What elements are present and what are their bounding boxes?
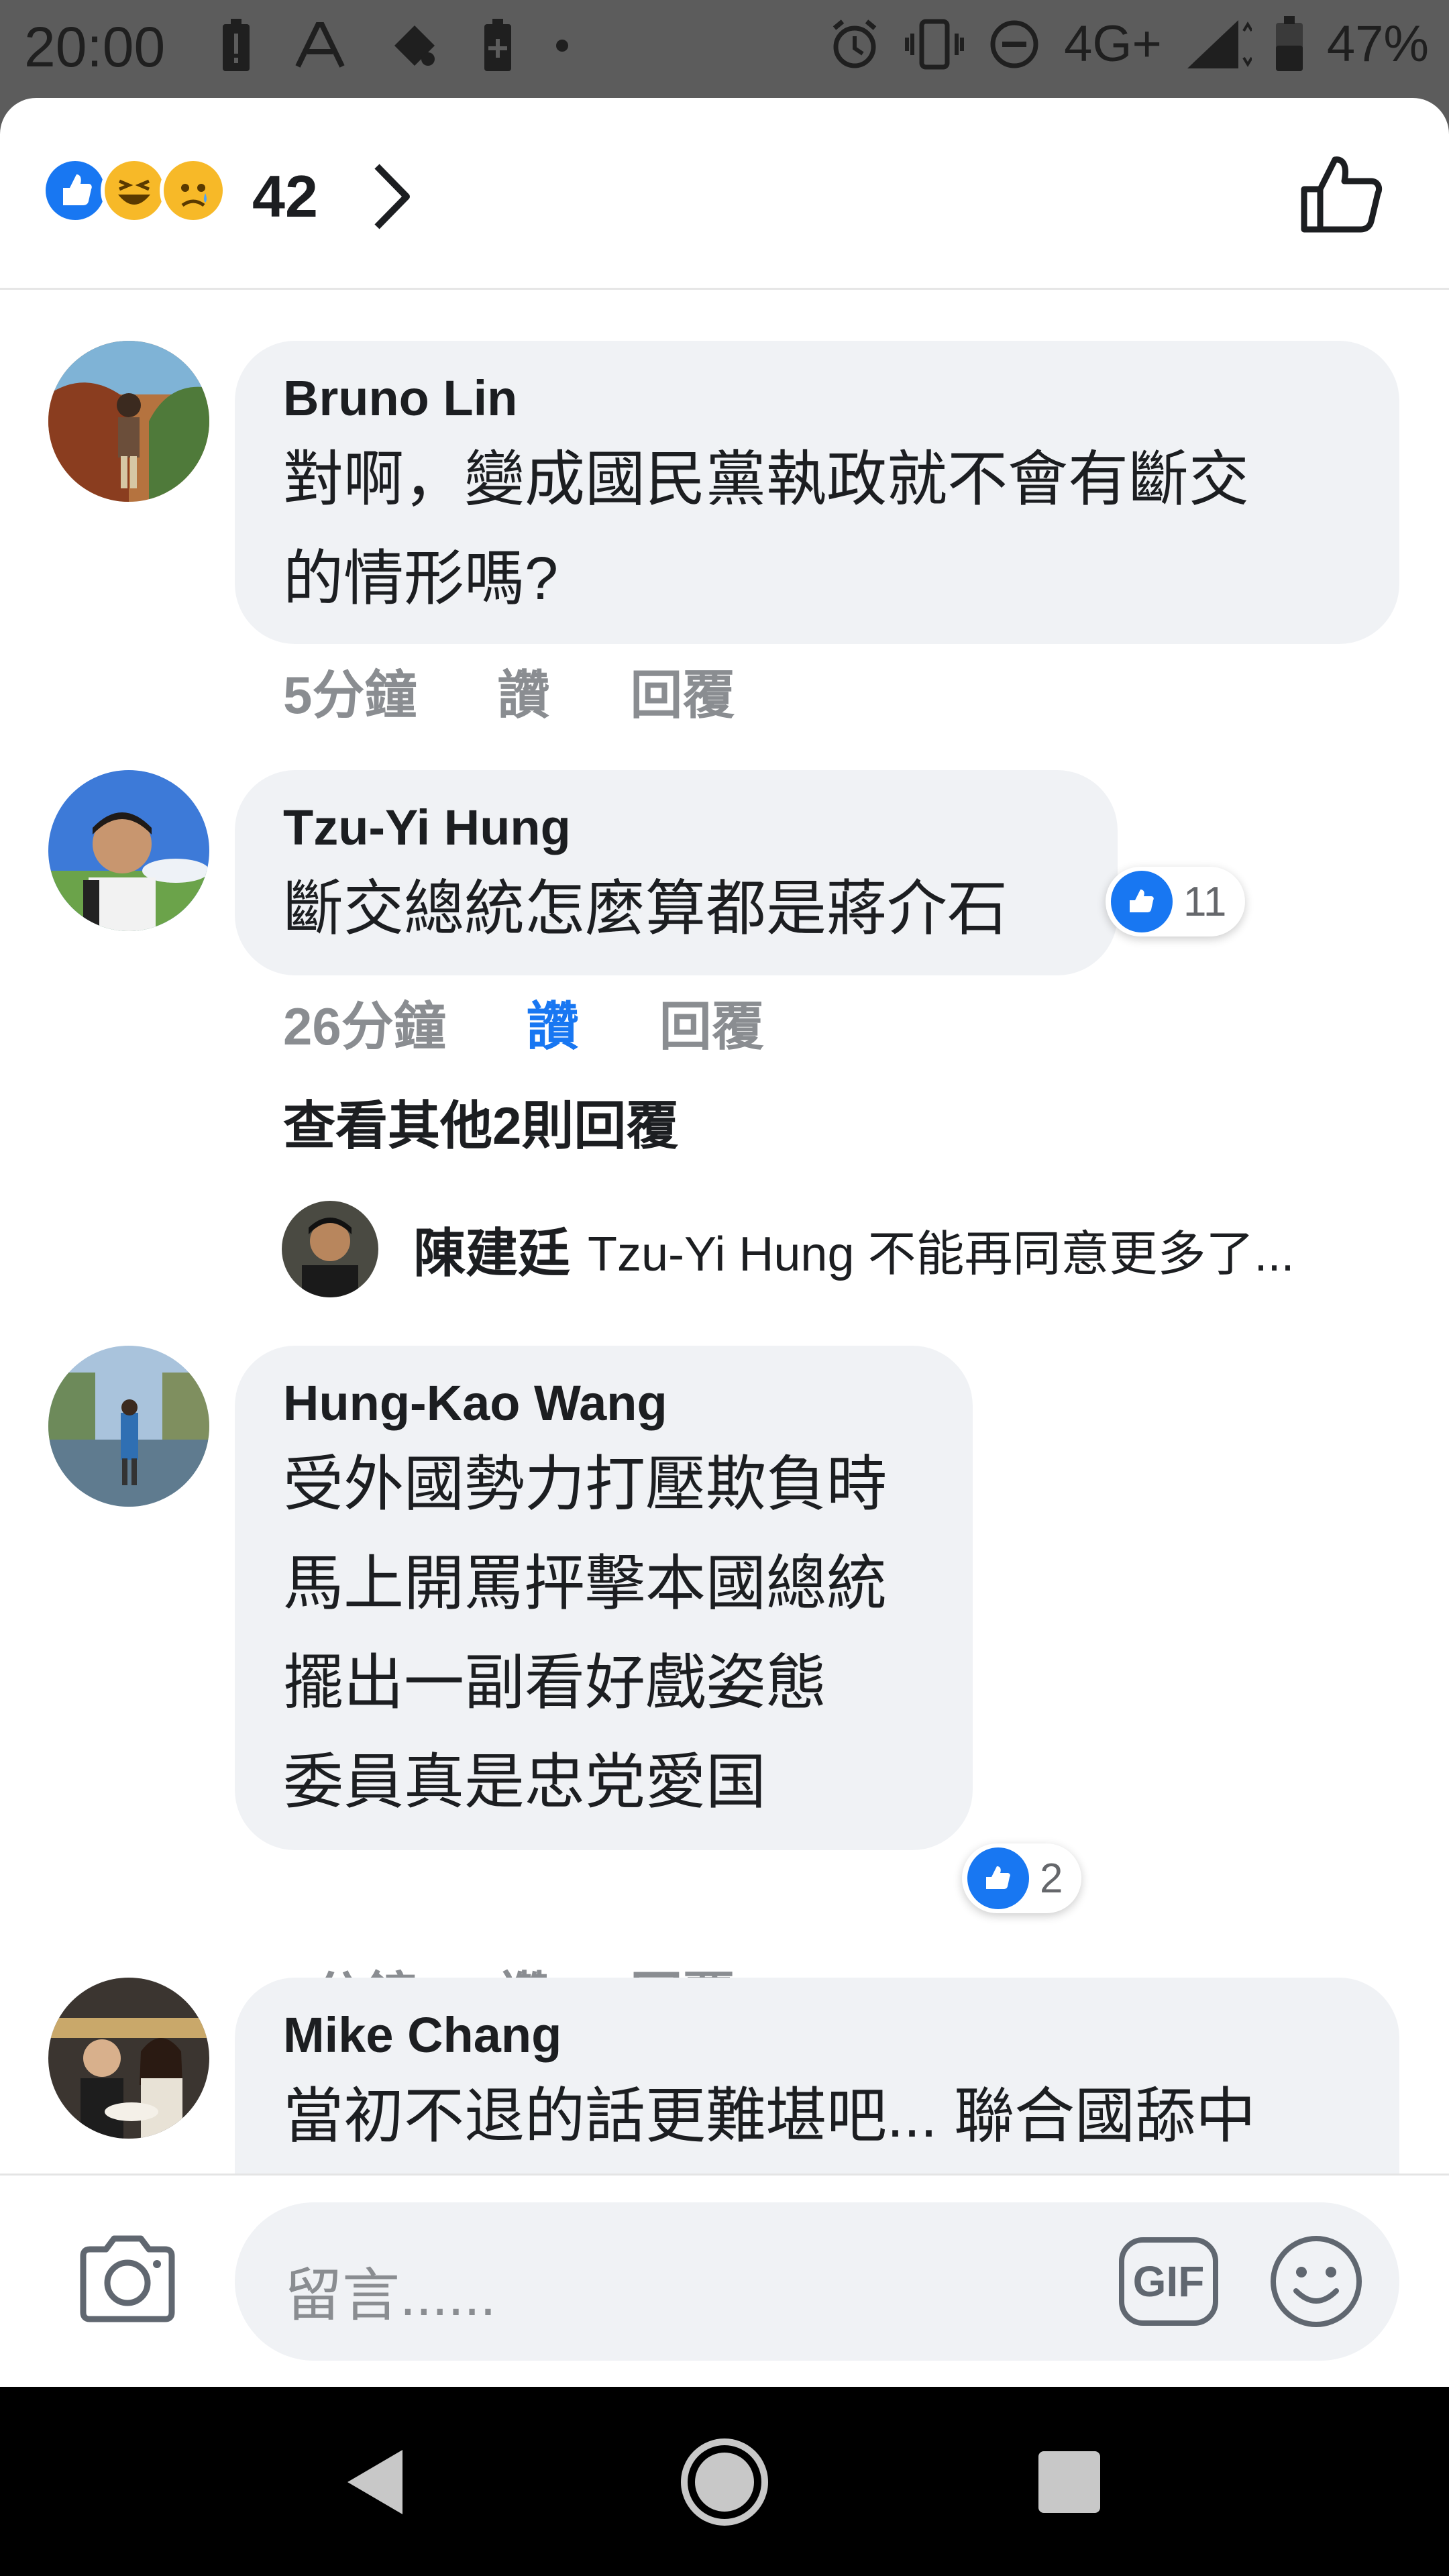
battery-icon [1275,15,1303,71]
battery-alert-icon [223,19,250,71]
font-icon [295,22,345,68]
back-icon[interactable] [342,2446,409,2518]
like-icon [967,1847,1029,1909]
avatar[interactable] [48,341,209,502]
comment-input[interactable]: 留言...... GIF [235,2202,1399,2361]
reaction-count: 2 [1040,1855,1063,1902]
haha-icon [101,157,168,224]
comment-time: 26分鐘 [283,997,446,1056]
like-button[interactable]: 讚 [497,653,549,729]
comment-actions: 5分鐘 讚 回覆 [283,653,735,729]
status-bar: 20:00 4G+ 47% [0,0,1449,99]
navigation-bar [0,2387,1449,2576]
comment-input-placeholder: 留言...... [284,2263,496,2328]
reaction-count: 42 [252,163,318,229]
dot-icon [556,40,568,52]
comment-time: 5分鐘 [283,665,417,724]
reply-author[interactable]: 陳建廷 [413,1212,570,1287]
reaction-count: 11 [1183,878,1227,925]
comment-text: 當初不退的話更難堪吧... 聯合國舔中 [283,2082,1256,2150]
comment-text: 對啊，變成國民黨執政就不會有斷交 的情形嗎? [283,445,1249,612]
alarm-icon [833,19,877,68]
like-button-icon[interactable] [1297,150,1385,237]
home-icon[interactable] [678,2435,771,2529]
comment-bubble[interactable]: Tzu-Yi Hung 斷交總統怎麼算都是蔣介石 [235,770,1118,975]
sad-icon [160,157,227,224]
comment-author[interactable]: Hung-Kao Wang [283,1373,924,1435]
comments-sheet: 42 Bruno Lin 對啊，變成國民黨執政就不會有斷交 的情形嗎? 5分鐘 … [0,98,1449,2387]
reaction-summary[interactable]: 42 [0,98,1449,290]
comment-bubble[interactable]: Bruno Lin 對啊，變成國民黨執政就不會有斷交 的情形嗎? [235,341,1399,644]
camera-icon[interactable] [76,2233,178,2324]
reaction-badge[interactable]: 11 [1106,867,1246,936]
avatar[interactable] [282,1201,378,1297]
comment-author[interactable]: Bruno Lin [283,368,1351,430]
reply-button[interactable]: 回覆 [630,653,735,729]
battery-percent: 47% [1326,15,1429,72]
avatar[interactable] [48,1978,209,2139]
comment-bubble[interactable]: Hung-Kao Wang 受外國勢力打壓欺負時 馬上開罵抨擊本國總統 擺出一副… [235,1346,973,1850]
do-not-disturb-icon [990,20,1038,68]
comment-author[interactable]: Mike Chang [283,2004,1351,2067]
recent-apps-icon[interactable] [1038,2451,1100,2513]
comment-author[interactable]: Tzu-Yi Hung [283,797,1069,859]
like-button[interactable]: 讚 [527,985,579,1060]
reply-text: Tzu-Yi Hung 不能再同意更多了... [588,1227,1295,1281]
comment-actions: 26分鐘 讚 回覆 [283,985,764,1060]
chevron-right-icon[interactable] [368,160,415,233]
reply-preview[interactable]: 陳建廷 Tzu-Yi Hung 不能再同意更多了... [282,1201,1295,1297]
comment-text: 斷交總統怎麼算都是蔣介石 [283,875,1008,943]
view-more-replies[interactable]: 查看其他2則回覆 [283,1084,678,1159]
satellite-icon [394,25,435,66]
comment-text: 受外國勢力打壓欺負時 馬上開罵抨擊本國總統 擺出一副看好戲姿態 委員真是忠党愛国 [283,1450,887,1816]
battery-plus-icon [484,19,511,71]
like-icon [1111,871,1173,932]
vibrate-icon [905,19,965,69]
signal-icon [1187,19,1252,68]
reaction-badge[interactable]: 2 [962,1843,1082,1913]
emoji-icon[interactable] [1268,2233,1364,2330]
status-time: 20:00 [24,15,166,78]
avatar[interactable] [48,1346,209,1507]
network-type: 4G+ [1064,15,1162,72]
comment-composer: 留言...... GIF [0,2174,1449,2387]
gif-button[interactable]: GIF [1119,2237,1218,2326]
reply-button[interactable]: 回覆 [659,985,764,1060]
like-icon [42,157,109,224]
avatar[interactable] [48,770,209,931]
